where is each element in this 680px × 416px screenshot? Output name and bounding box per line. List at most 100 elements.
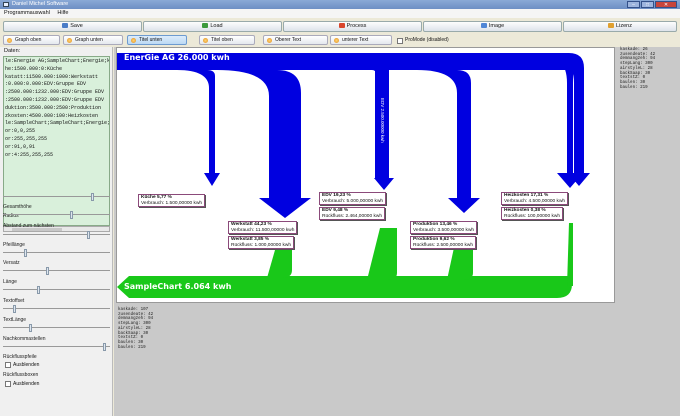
image-button[interactable]: Image: [423, 21, 562, 32]
title-bar: Daniel Michel Software: [0, 0, 680, 9]
load-label: Load: [210, 23, 223, 29]
data-line: he:1500.000:0:Küche: [5, 65, 63, 72]
slider-pfeillaenge[interactable]: [3, 249, 110, 257]
hide-return-boxes-checkbox[interactable]: Ausblenden: [5, 380, 39, 388]
flow-produktion: [417, 70, 480, 213]
slider-nachkommastellen[interactable]: [3, 343, 110, 351]
save-button[interactable]: Save: [3, 21, 142, 32]
data-line: katatt:11500.000:1000:Werkstatt: [5, 73, 99, 80]
main-toolbar: Save Load Process Image Lizenz: [0, 21, 680, 34]
checkbox-box[interactable]: [5, 381, 11, 387]
slider-gesamthoehe[interactable]: [3, 211, 110, 219]
title-bottom-icon: [131, 38, 136, 43]
slider-knob[interactable]: [24, 249, 27, 257]
promode-checkbox[interactable]: ProMode (disabled): [397, 36, 449, 46]
upper-text-label: Oberer Text: [275, 37, 302, 43]
slider-label-nachkommastellen: Nachkommastellen: [3, 336, 46, 342]
slider-knob[interactable]: [46, 267, 49, 275]
node-heizkosten-consumption: Heizkosten 17,31 % Verbrauch: 4.500,00000…: [501, 192, 569, 205]
slider-versatz[interactable]: [3, 267, 110, 275]
node-value: Rückfluss: 2.500,00000 kwh: [413, 242, 473, 248]
node-werkstatt-return: Werkstatt 3,85 % Rückfluss: 1.000,00000 k…: [228, 236, 294, 249]
node-kueche-consumption: Küche 5,77 % Verbrauch: 1.500,00000 kwh: [138, 194, 206, 207]
slider-label-textoffset: Textoffset: [3, 298, 25, 304]
load-icon: [202, 23, 209, 28]
slider-label-gesamthoehe: Gesamthöhe: [3, 204, 32, 210]
checkbox-box[interactable]: [5, 362, 11, 368]
hide-return-arrows-checkbox[interactable]: Ausblenden: [5, 361, 39, 369]
flow-heizkosten: [537, 53, 590, 186]
slider-track: [3, 327, 110, 328]
slider-knob[interactable]: [29, 324, 32, 332]
lower-text-label: unterer Text: [342, 37, 369, 43]
graph-top-icon: [7, 38, 12, 43]
title-top-button[interactable]: Titel oben: [199, 35, 255, 45]
sankey-canvas: EDV 2.500.00000 kwh EnerGie AG 26.000 kw…: [116, 47, 615, 303]
slider-knob[interactable]: [87, 231, 90, 239]
load-button[interactable]: Load: [143, 21, 282, 32]
image-label: Image: [488, 23, 505, 29]
window-title: Daniel Michel Software: [12, 1, 69, 7]
chart-title-bottom: SampleChart 6.064 kwh: [124, 282, 232, 291]
return-arrows-heading: Rückflusspfeile: [3, 354, 37, 360]
slider-textlaenge[interactable]: [3, 324, 110, 332]
promode-checkbox-box[interactable]: [397, 38, 403, 44]
slider-abstand[interactable]: [3, 231, 110, 239]
chart-title-top: EnerGie AG 26.000 kwh: [124, 53, 230, 62]
close-button[interactable]: ✕: [655, 1, 677, 8]
graph-top-button[interactable]: Graph oben: [3, 35, 60, 45]
info-text-right: kaskade: 26 zusendeate: 42 demnangzeh: 9…: [620, 48, 656, 90]
node-value: Verbrauch: 5.000,00000 kwh: [322, 198, 384, 204]
title-bottom-button[interactable]: Titel unten: [127, 35, 187, 45]
minimize-button[interactable]: –: [627, 1, 640, 8]
slider-knob[interactable]: [103, 343, 106, 351]
node-produktion-consumption: Produktion 13,46 % Verbrauch: 3.500,00000…: [410, 221, 478, 234]
image-icon: [480, 23, 487, 28]
slider-label-textlaenge: TextLänge: [3, 317, 27, 323]
slider-textoffset[interactable]: [3, 305, 110, 313]
app-icon: [3, 2, 9, 7]
slider-knob[interactable]: [13, 305, 16, 313]
slider-label-pfeillaenge: Pfeillänge: [3, 242, 25, 248]
menu-programmauswahl[interactable]: Programmauswahl: [4, 10, 50, 16]
graph-bottom-button[interactable]: Graph unten: [63, 35, 123, 45]
slider-track: [3, 346, 110, 347]
node-value: Verbrauch: 4.500,00000 kwh: [504, 198, 566, 204]
node-value: Verbrauch: 11.500,00000 kwh: [231, 227, 295, 233]
save-label: Save: [70, 23, 83, 29]
process-button[interactable]: Process: [283, 21, 422, 32]
return-heizkosten: [567, 223, 573, 286]
menu-hilfe[interactable]: Hilfe: [57, 10, 68, 16]
lower-text-button[interactable]: unterer Text: [330, 35, 392, 45]
graph-bottom-label: Graph unten: [75, 37, 103, 43]
license-button[interactable]: Lizenz: [563, 21, 677, 32]
upper-text-button[interactable]: Oberer Text: [263, 35, 328, 45]
data-line: or:255,255,255: [5, 135, 48, 142]
slider-label-laenge: Länge: [3, 279, 17, 285]
maximize-button[interactable]: □: [641, 1, 654, 8]
slider-radius[interactable]: [3, 193, 110, 201]
title-top-icon: [203, 38, 208, 43]
edv-vertical-label: EDV 2.500.00000 kwh: [380, 98, 385, 143]
data-line: :2500.000:1232.000:EDV:Gruppe EDV: [5, 89, 105, 96]
slider-knob[interactable]: [70, 211, 73, 219]
graph-bottom-icon: [67, 38, 72, 43]
data-line: or:0,0,255: [5, 128, 36, 135]
node-werkstatt-consumption: Werkstatt 44,23 % Verbrauch: 11.500,00000…: [228, 221, 298, 234]
save-icon: [62, 23, 69, 28]
slider-track: [3, 252, 110, 253]
data-line: or:4:255,255,255: [5, 151, 54, 158]
data-line: zkosten:4500.000:100:Heizkosten: [5, 112, 99, 119]
process-icon: [338, 23, 345, 28]
slider-knob[interactable]: [37, 286, 40, 294]
data-label: Daten:: [4, 48, 21, 54]
flow-werkstatt: [217, 70, 311, 218]
slider-knob[interactable]: [91, 193, 94, 201]
data-line: :2500.000:1232.000:EDV:Gruppe EDV: [5, 96, 105, 103]
node-value: Verbrauch: 3.500,00000 kwh: [413, 227, 475, 233]
node-value: Rückfluss: 100,00000 kwh: [504, 213, 560, 219]
slider-laenge[interactable]: [3, 286, 110, 294]
slider-track: [3, 270, 110, 271]
title-top-label: Titel oben: [211, 37, 233, 43]
return-edv: [367, 228, 397, 280]
